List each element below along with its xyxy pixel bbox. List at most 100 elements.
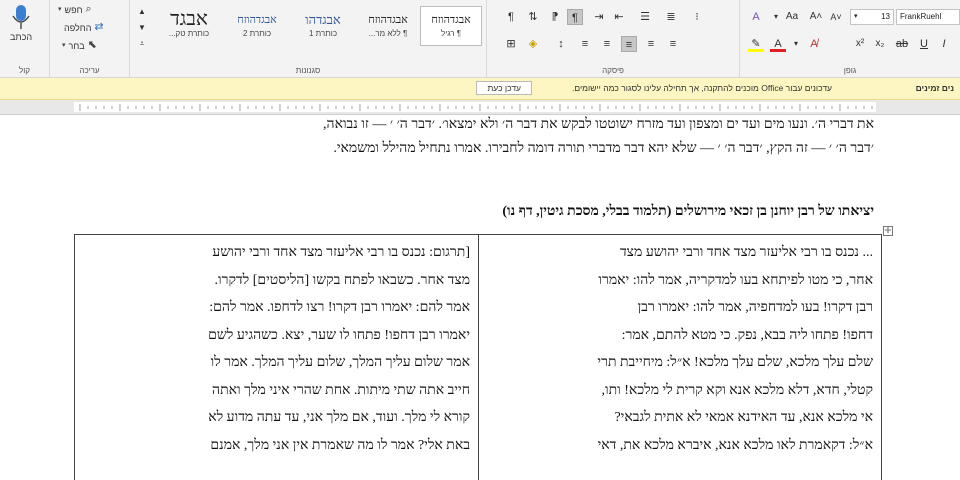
table-line: מצד אחר. כשבאו לפתח בקשו [הליסטים] לדקרו… [214, 272, 470, 288]
multilevel-list-icon[interactable]: ☰ [637, 9, 653, 25]
align-right-icon[interactable]: ≡ [621, 36, 637, 52]
table-line: חייב אתה שתי מיתות. אחת שהרי איני מלך וא… [212, 382, 470, 398]
style-title[interactable]: אבגד כותרת טק... [155, 6, 223, 46]
paragraph-line: ׳דבר ה׳ ׳ — זה הקץ, ׳דבר ה׳ ׳ — שלא יהא … [333, 141, 874, 156]
borders-icon[interactable]: ⊞ [503, 36, 519, 52]
table-line: קטלי, חדא, דלא מלכא אנא וקא קרית לי מלכא… [601, 382, 873, 398]
paragraph-group: ¶ ⇅ ⁋ ¶ ⇥ ⇤ ☰ ≣ ⁝ ⊞ ◈ ↕ ≡ ≡ ≡ ≡ ≡ פיסקה [487, 0, 740, 78]
table-line: אחר, כי מטו לפיתחא בעו למדקריה, אמר להו:… [598, 272, 873, 288]
table-line: אמר להם: יאמרו רבן דקרו! רצו לדחפו. אמר … [209, 300, 470, 315]
style-heading-2[interactable]: אבגדהוזח כותרת 2 [225, 6, 289, 46]
shrink-font-icon[interactable]: A˅ [828, 9, 844, 25]
distributed-icon[interactable]: ≡ [577, 36, 593, 52]
style-sample: אבגדהו [305, 12, 341, 27]
font-group: A ▾ Aa A˄ A˅ ▾ 13 FrankRuehl ✎ A ▾ A̸ x²… [740, 0, 960, 78]
style-sample: אבגד [170, 8, 208, 29]
font-size-value: 13 [881, 12, 890, 21]
style-sample: אבגדהוזח [368, 14, 408, 26]
styles-scroll-up-icon[interactable]: ▲ [134, 4, 150, 20]
table-line: א״ל: דקאמרת לאו מלכא אנא, איברא מלכא את,… [597, 437, 873, 453]
notification-title: נים זמינים [915, 83, 954, 93]
table-cell-aramaic[interactable]: ... נכנס בו רבי אליעזר מצד אחד ורבי יהוש… [477, 235, 881, 480]
editing-group: ▾ חפש ⌕ החלפה ⇄ ▾ בחר ⬉ עריכה [50, 0, 130, 78]
microphone-icon [12, 5, 30, 29]
voice-group-label: קול [18, 66, 31, 75]
grow-font-icon[interactable]: A˄ [808, 9, 824, 25]
table-move-handle-icon[interactable]: ✛ [883, 226, 893, 236]
indent-icon[interactable]: ⇥ [591, 9, 607, 25]
table-cell-translation[interactable]: [תרגום: נכנס בו רבי אליעזר מצד אחד ורבי … [75, 235, 479, 480]
paragraph-line: את דברי ה׳. ונעו מים ועד ים ומצפון ועד מ… [323, 117, 874, 132]
styles-group-label: סגנונות [295, 66, 321, 75]
text-highlight-icon[interactable]: ✎ [748, 36, 764, 52]
align-left-icon[interactable]: ≡ [665, 36, 681, 52]
style-name: כותרת טק... [168, 29, 210, 38]
style-no-spacing[interactable]: אבגדהוזח ¶ ללא מר... [357, 6, 419, 46]
outdent-icon[interactable]: ⇤ [611, 9, 627, 25]
dictate-button[interactable]: הכתב [10, 4, 32, 42]
table-line: ... נכנס בו רבי אליעזר מצד אחד ורבי יהוש… [619, 245, 873, 260]
sort-icon[interactable]: ⇅ [525, 9, 541, 25]
style-name: כותרת 2 [242, 29, 272, 38]
find-label: חפש [64, 4, 83, 15]
styles-scroll-down-icon[interactable]: ▼ [134, 20, 150, 36]
superscript-icon[interactable]: x² [852, 36, 868, 52]
ribbon: הכתב קול ▾ חפש ⌕ החלפה ⇄ ▾ בחר ⬉ עריכה ▲… [0, 0, 960, 78]
clear-formatting-icon[interactable]: A̸ [806, 36, 822, 52]
style-sample: אבגדהוזח [237, 14, 277, 26]
font-color-icon[interactable]: A [770, 36, 786, 52]
notification-message: עדכונים עבור Office מוכנים להתקנה, אך תח… [572, 83, 832, 93]
rtl-direction-icon[interactable]: ⁋ [547, 9, 563, 25]
bullet-list-icon[interactable]: ⁝ [689, 9, 705, 25]
table-line: יאמרו רבן דחפו! פתחו לו שער, יצא. כשהגיע… [208, 327, 470, 343]
show-marks-icon[interactable]: ¶ [503, 9, 519, 25]
table-line: דחפו! פתחו ליה בבא, נפק. כי מטא להתם, אמ… [621, 327, 873, 343]
line-spacing-icon[interactable]: ↕ [553, 36, 569, 52]
editing-group-label: עריכה [79, 66, 100, 75]
replace-button[interactable]: החלפה ⇄ [64, 22, 104, 33]
dictate-label: הכתב [10, 32, 33, 42]
style-sample: אבגדהוזח [431, 14, 471, 26]
find-button[interactable]: ▾ חפש ⌕ [58, 4, 92, 15]
table-line: קורא לי מלך. ועוד, אם מלך אני, עד עתה מד… [208, 410, 470, 425]
strikethrough-icon[interactable]: ab [894, 36, 910, 52]
table-line: רבן דקרו! בעו למדחפיה, אמר להו: יאמרו רב… [637, 300, 873, 315]
change-case-icon[interactable]: Aa [784, 9, 800, 25]
text-effects-icon[interactable]: A [748, 9, 764, 25]
document-page[interactable]: את דברי ה׳. ונעו מים ועד ים ומצפון ועד מ… [0, 116, 960, 480]
styles-more-icon[interactable]: ⩡ [134, 36, 150, 52]
style-heading-1[interactable]: אבגדהו כותרת 1 [291, 6, 355, 46]
shading-icon[interactable]: ◈ [525, 36, 541, 52]
update-notification-bar: נים זמינים עדכונים עבור Office מוכנים לה… [0, 78, 960, 100]
select-button[interactable]: ▾ בחר ⬉ [62, 40, 97, 51]
table-line: אי מלכא אנא, עד האידנא אמאי לא אתית לגבא… [614, 410, 873, 425]
ltr-direction-icon[interactable]: ¶ [567, 9, 583, 25]
subscript-icon[interactable]: x₂ [872, 36, 888, 52]
chevron-down-icon: ▾ [62, 42, 66, 49]
replace-icon: ⇄ [94, 21, 104, 33]
font-size-input[interactable]: ▾ 13 [850, 9, 894, 25]
underline-icon[interactable]: U [916, 36, 932, 52]
paragraph-group-label: פיסקה [602, 66, 624, 75]
style-name: ¶ ללא מר... [368, 29, 408, 38]
font-name-input[interactable]: FrankRuehl [896, 9, 960, 25]
replace-label: החלפה [64, 22, 92, 33]
body-paragraph[interactable]: את דברי ה׳. ונעו מים ועד ים ומצפון ועד מ… [114, 113, 874, 161]
chevron-down-icon[interactable]: ▾ [768, 9, 784, 25]
table-line: שלם עלך מלכא, שלם עלך מלכא! א״ל: מיחייבת… [597, 355, 873, 370]
styles-group: ▲ ▼ ⩡ אבגד כותרת טק... אבגדהוזח כותרת 2 … [130, 0, 487, 78]
table-line: באת אלי? אמר לו מה שאמרת אין אני מלך, אמ… [210, 437, 470, 453]
justify-icon[interactable]: ≡ [599, 36, 615, 52]
chevron-down-icon: ▾ [854, 13, 858, 20]
align-center-icon[interactable]: ≡ [643, 36, 659, 52]
section-heading[interactable]: יציאתו של רבן יוחנן בן זכאי מירושלים (תל… [502, 204, 874, 220]
search-icon: ⌕ [85, 3, 92, 15]
style-normal[interactable]: אבגדהוזח ¶ רגיל [420, 6, 482, 46]
chevron-down-icon[interactable]: ▾ [788, 36, 804, 52]
numbered-list-icon[interactable]: ≣ [663, 9, 679, 25]
style-name: ¶ רגיל [440, 29, 462, 38]
text-table[interactable]: ... נכנס בו רבי אליעזר מצד אחד ורבי יהוש… [74, 234, 882, 480]
update-now-button[interactable]: עדכן כעת [476, 81, 532, 95]
italic-icon[interactable]: I [936, 36, 952, 52]
font-group-label: גופן [843, 66, 857, 75]
